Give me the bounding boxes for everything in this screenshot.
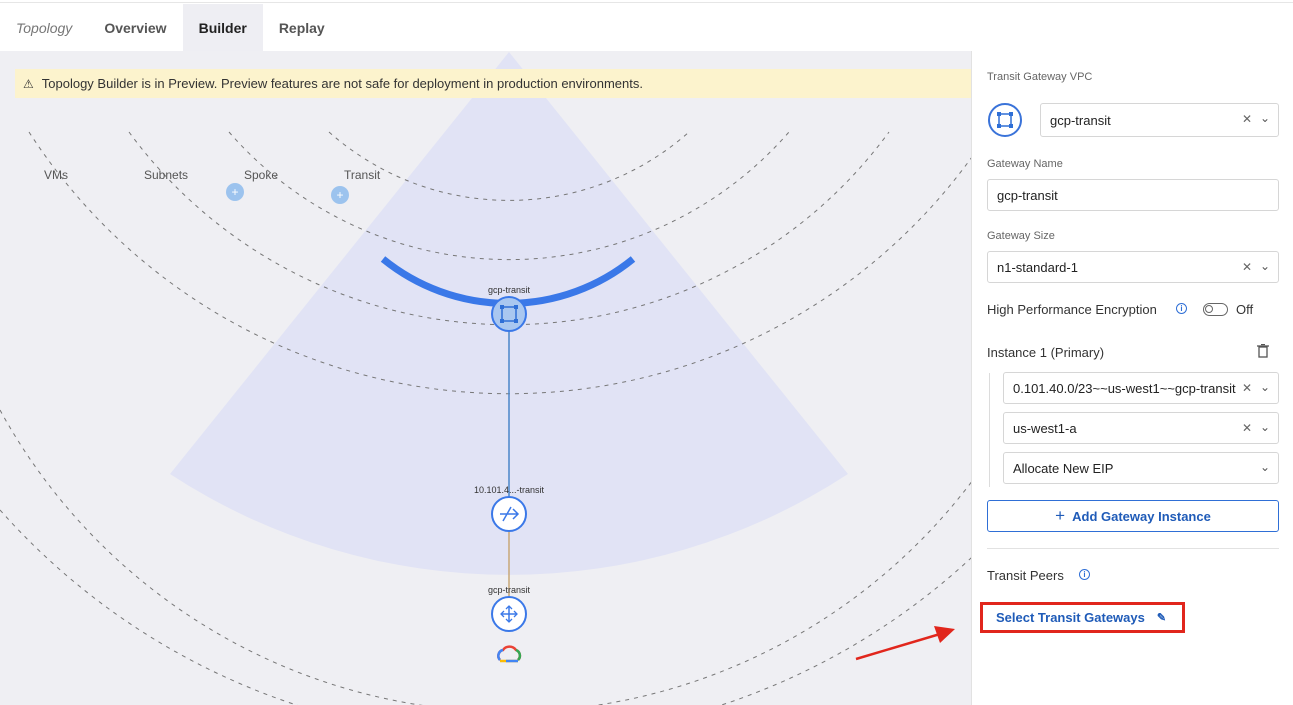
node-label-transit-gw: gcp-transit	[487, 285, 531, 295]
gateway-name-input[interactable]: gcp-transit	[987, 179, 1279, 211]
info-icon[interactable]: i	[1079, 569, 1090, 580]
chevron-down-icon[interactable]: ⌄	[1260, 111, 1270, 125]
transit-gateway-node[interactable]	[491, 296, 527, 332]
instance-label: Instance 1 (Primary)	[987, 345, 1105, 360]
config-panel: Transit Gateway VPC gcp-transit ✕ ⌄ Gate…	[971, 51, 1293, 705]
hpe-toggle[interactable]	[1203, 303, 1228, 316]
chevron-down-icon[interactable]: ⌄	[1260, 259, 1270, 273]
svg-text:+: +	[231, 185, 238, 199]
ring-label-vms: VMs	[44, 168, 68, 182]
select-transit-label: Select Transit Gateways	[996, 610, 1145, 625]
select-transit-gateways-button[interactable]: Select Transit Gateways ✎	[980, 602, 1185, 633]
zone-value: us-west1-a	[1013, 420, 1077, 436]
hpe-state: Off	[1236, 302, 1254, 317]
svg-text:+: +	[336, 188, 343, 202]
add-gateway-instance-button[interactable]: + Add Gateway Instance	[987, 500, 1279, 532]
chevron-down-icon[interactable]: ⌄	[1260, 380, 1270, 394]
vpc-label: Transit Gateway VPC	[987, 71, 1093, 83]
pencil-icon: ✎	[1156, 612, 1167, 624]
clear-icon[interactable]: ✕	[1242, 260, 1252, 274]
vpc-select[interactable]: gcp-transit ✕ ⌄	[1040, 103, 1279, 137]
chevron-down-icon[interactable]: ⌄	[1260, 420, 1270, 434]
tab-bar: Topology Overview Builder Replay	[0, 4, 971, 51]
divider	[987, 548, 1279, 549]
ring-label-subnets: Subnets	[144, 168, 189, 182]
vpc-gateway-icon	[988, 103, 1022, 137]
topology-map: + +	[0, 52, 971, 705]
gateway-name-label: Gateway Name	[987, 158, 1063, 170]
gateway-size-value: n1-standard-1	[997, 259, 1078, 275]
tab-overview[interactable]: Overview	[88, 4, 182, 51]
zone-select[interactable]: us-west1-a ✕ ⌄	[1003, 412, 1279, 444]
node-label-instance: 10.101.4...-transit	[473, 485, 545, 495]
instance-group-line	[989, 373, 990, 487]
trash-icon[interactable]	[1257, 344, 1269, 358]
subnet-select[interactable]: 0.101.40.0/23~~us-west1~~gcp-transit ✕ ⌄	[1003, 372, 1279, 404]
hpe-label: High Performance Encryption	[987, 302, 1157, 317]
banner-text: Topology Builder is in Preview. Preview …	[41, 76, 643, 91]
info-icon[interactable]: i	[1176, 303, 1187, 314]
gateway-name-value: gcp-transit	[997, 187, 1058, 203]
eip-value: Allocate New EIP	[1013, 460, 1114, 476]
top-border	[0, 0, 1293, 3]
add-spoke-icon: +	[226, 183, 244, 201]
ring-label-transit: Transit	[344, 168, 381, 182]
node-label-cloud: gcp-transit	[487, 585, 531, 595]
ring-label-spoke: Spoke	[244, 168, 279, 182]
clear-icon[interactable]: ✕	[1242, 112, 1252, 126]
plus-icon: +	[1055, 506, 1066, 525]
gateway-size-select[interactable]: n1-standard-1 ✕ ⌄	[987, 251, 1279, 283]
cloud-node[interactable]	[491, 596, 527, 632]
topology-canvas[interactable]: + + VMs Subnets Spoke Transit gcp-transi…	[0, 51, 971, 705]
preview-banner: ⚠ Topology Builder is in Preview. Previe…	[15, 69, 971, 98]
add-instance-label: Add Gateway Instance	[1072, 508, 1211, 524]
gateway-size-label: Gateway Size	[987, 230, 1055, 242]
eip-select[interactable]: Allocate New EIP ⌄	[1003, 452, 1279, 484]
tab-topology[interactable]: Topology	[0, 4, 88, 51]
clear-icon[interactable]: ✕	[1242, 421, 1252, 435]
red-arrow-icon	[855, 626, 955, 661]
chevron-down-icon[interactable]: ⌄	[1260, 460, 1270, 474]
vpc-select-value: gcp-transit	[1050, 112, 1111, 128]
transit-peers-label: Transit Peers	[987, 568, 1064, 583]
subnet-value: 0.101.40.0/23~~us-west1~~gcp-transit	[1013, 380, 1236, 396]
clear-icon[interactable]: ✕	[1242, 381, 1252, 395]
tab-replay[interactable]: Replay	[263, 4, 341, 51]
add-transit-icon: +	[331, 186, 349, 204]
instance-node[interactable]	[491, 496, 527, 532]
tab-builder[interactable]: Builder	[182, 4, 263, 51]
google-cloud-icon	[497, 645, 522, 663]
warning-icon: ⚠	[23, 76, 34, 91]
